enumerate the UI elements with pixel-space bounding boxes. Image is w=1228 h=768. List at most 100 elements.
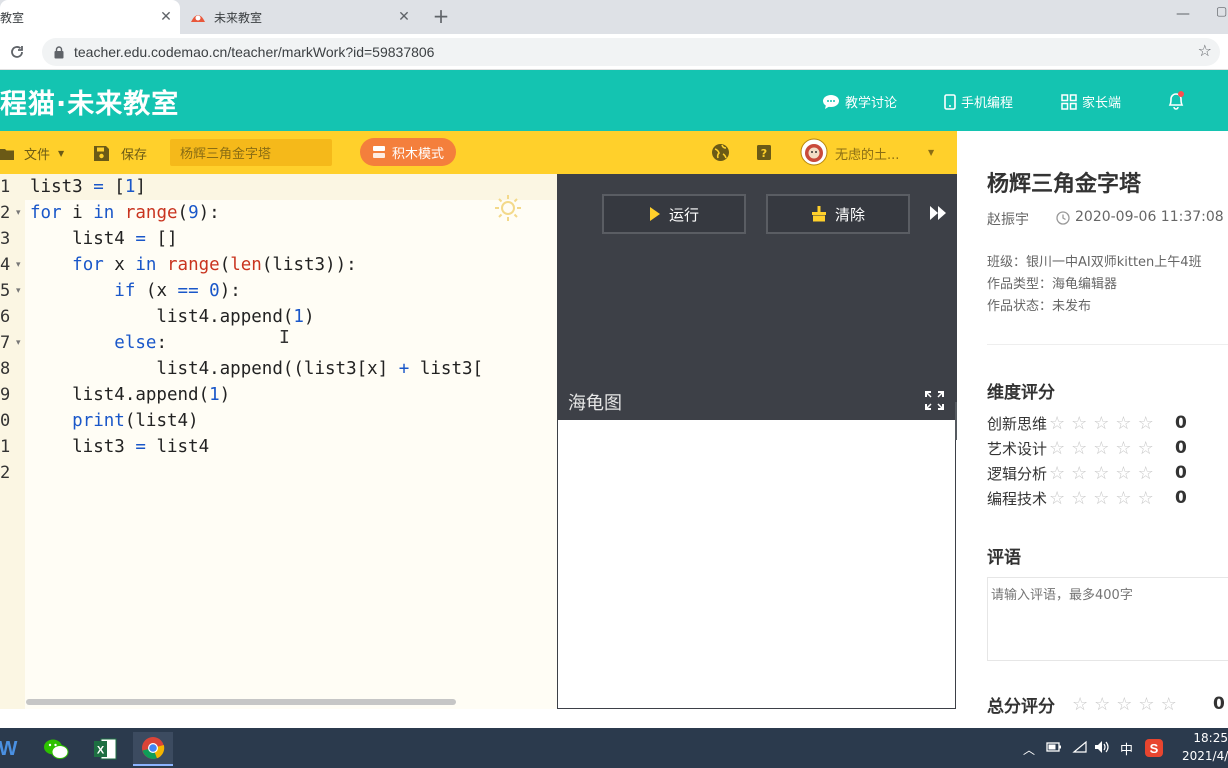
minimize-icon[interactable]: — bbox=[1176, 6, 1190, 22]
url-field[interactable]: teacher.edu.codemao.cn/teacher/markWork?… bbox=[42, 38, 1220, 66]
word-app-icon[interactable]: W bbox=[0, 732, 28, 766]
line-number: 6 bbox=[0, 307, 11, 327]
rating-row-programming: 编程技术 ☆ ☆ ☆ ☆ ☆ 0 bbox=[987, 487, 1187, 509]
url-text: teacher.edu.codemao.cn/teacher/markWork?… bbox=[74, 44, 435, 60]
code-line: print(list4) bbox=[72, 411, 199, 431]
battery-icon[interactable] bbox=[1046, 741, 1062, 753]
fold-arrow-icon[interactable]: ▾ bbox=[16, 338, 21, 348]
text-cursor-icon: I bbox=[279, 327, 290, 348]
line-number: 7 bbox=[0, 333, 11, 353]
ime-indicator[interactable]: 中 bbox=[1120, 739, 1133, 758]
rating-label: 创新思维 bbox=[987, 414, 1048, 433]
maximize-icon[interactable]: ▢ bbox=[1216, 4, 1228, 18]
comment-field[interactable] bbox=[987, 577, 1228, 661]
save-label: 保存 bbox=[121, 148, 148, 163]
chevron-up-icon[interactable]: ︿ bbox=[1023, 741, 1035, 758]
code-line: list4.append((list3[x] + list3[ bbox=[30, 359, 484, 379]
code-line: list4.append(1) bbox=[30, 307, 315, 327]
rating-score: 0 bbox=[1175, 463, 1187, 483]
code-line: else: bbox=[114, 333, 167, 353]
excel-app-icon[interactable]: X bbox=[85, 732, 125, 766]
save-button[interactable]: 保存 bbox=[94, 144, 147, 163]
nav-parent[interactable]: 家长端 bbox=[1061, 92, 1121, 111]
chevron-down-icon[interactable]: ▼ bbox=[928, 148, 934, 157]
browser-tab-strip: 教室 ✕ 未来教室 ✕ + — ▢ bbox=[0, 0, 1228, 34]
fullscreen-icon[interactable] bbox=[925, 391, 944, 410]
fold-arrow-icon[interactable]: ▾ bbox=[16, 286, 21, 296]
divider bbox=[987, 344, 1228, 345]
file-menu[interactable]: 文件 ▼ bbox=[0, 144, 64, 163]
chrome-app-icon[interactable] bbox=[133, 732, 173, 766]
run-button[interactable]: 运行 bbox=[602, 194, 746, 234]
code-line: for x in range(len(list3)): bbox=[72, 255, 357, 275]
svg-text:X: X bbox=[97, 745, 105, 757]
author-name: 赵振宇 bbox=[987, 212, 1029, 228]
line-number: 2 bbox=[0, 463, 11, 483]
close-icon[interactable]: ✕ bbox=[396, 9, 412, 25]
line-number: 1 bbox=[0, 177, 11, 197]
run-label: 运行 bbox=[668, 205, 699, 224]
new-tab-icon[interactable]: + bbox=[430, 6, 452, 28]
reload-icon[interactable] bbox=[9, 44, 25, 60]
user-name[interactable]: 无虑的土... bbox=[835, 144, 899, 163]
clock-time[interactable]: 18:25 bbox=[1182, 731, 1228, 745]
star-rating[interactable]: ☆ ☆ ☆ ☆ ☆ bbox=[1049, 438, 1154, 459]
line-number: 2 bbox=[0, 203, 11, 223]
wechat-app-icon[interactable] bbox=[36, 732, 76, 766]
clock-date[interactable]: 2021/4/ bbox=[1182, 749, 1228, 763]
code-line: for i in range(9): bbox=[30, 203, 220, 223]
file-label: 文件 bbox=[24, 148, 51, 163]
turtle-canvas[interactable] bbox=[557, 420, 956, 709]
grid-icon bbox=[1061, 93, 1077, 110]
fold-arrow-icon[interactable]: ▾ bbox=[16, 208, 21, 218]
star-rating[interactable]: ☆ ☆ ☆ ☆ ☆ bbox=[1049, 413, 1154, 434]
svg-text:S: S bbox=[1150, 741, 1159, 756]
lock-icon bbox=[54, 45, 64, 59]
sogou-ime-icon[interactable]: S bbox=[1144, 738, 1164, 758]
play-icon bbox=[649, 206, 661, 222]
horizontal-scrollbar[interactable] bbox=[26, 699, 456, 705]
nav-label: 家长端 bbox=[1082, 96, 1122, 111]
globe-icon[interactable] bbox=[711, 143, 730, 162]
code-line: list4.append(1) bbox=[30, 385, 231, 405]
avatar[interactable] bbox=[800, 138, 828, 166]
close-icon[interactable]: ✕ bbox=[158, 9, 174, 25]
rating-score: 0 bbox=[1175, 488, 1187, 508]
svg-text:?: ? bbox=[761, 147, 767, 160]
star-rating[interactable]: ☆ ☆ ☆ ☆ ☆ bbox=[1049, 463, 1154, 484]
theme-sun-icon[interactable] bbox=[493, 193, 523, 223]
nav-label: 教学讨论 bbox=[845, 96, 898, 111]
volume-icon[interactable] bbox=[1094, 739, 1110, 755]
total-score-row: 总分评分 ☆ ☆ ☆ ☆ ☆ 0 bbox=[987, 693, 1225, 717]
rating-label: 逻辑分析 bbox=[987, 464, 1048, 483]
total-score: 0 bbox=[1213, 694, 1225, 714]
fold-arrow-icon[interactable]: ▾ bbox=[16, 260, 21, 270]
windows-taskbar: W X ︿ 中 S 18:25 2021/4/ bbox=[0, 728, 1228, 768]
work-title-field[interactable] bbox=[170, 139, 332, 166]
star-rating[interactable]: ☆ ☆ ☆ ☆ ☆ bbox=[1049, 488, 1154, 509]
rating-score: 0 bbox=[1175, 413, 1187, 433]
turtle-title: 海龟图 bbox=[568, 393, 622, 414]
rating-label: 艺术设计 bbox=[987, 439, 1048, 458]
code-editor[interactable]: 1 2 3 4 5 6 7 8 9 0 1 2 ▾ ▾ ▾ ▾ list3 = … bbox=[0, 174, 557, 709]
block-mode-button[interactable]: 积木模式 bbox=[360, 138, 456, 166]
tab-future-classroom[interactable]: 未来教室 ✕ bbox=[182, 0, 418, 34]
nav-teaching-discussion[interactable]: 教学讨论 bbox=[822, 92, 897, 111]
wifi-icon[interactable] bbox=[1072, 740, 1088, 754]
bookmark-star-icon[interactable]: ☆ bbox=[1198, 41, 1212, 60]
star-rating[interactable]: ☆ ☆ ☆ ☆ ☆ bbox=[1072, 694, 1177, 715]
save-icon bbox=[94, 146, 109, 161]
rating-label: 编程技术 bbox=[987, 489, 1048, 508]
line-number: 3 bbox=[0, 229, 11, 249]
class-info: 班级：银川一中AI双师kitten上午4班 bbox=[987, 255, 1202, 270]
clear-button[interactable]: 清除 bbox=[766, 194, 910, 234]
tab-classroom[interactable]: 教室 ✕ bbox=[0, 0, 180, 34]
total-score-title: 总分评分 bbox=[987, 696, 1055, 717]
site-logo[interactable]: 程猫·未来教室 bbox=[0, 82, 179, 121]
help-book-icon[interactable]: ? bbox=[756, 144, 772, 161]
fast-forward-icon[interactable] bbox=[930, 206, 946, 220]
nav-mobile-coding[interactable]: 手机编程 bbox=[944, 92, 1013, 111]
line-number: 9 bbox=[0, 385, 11, 405]
notification-bell-icon[interactable] bbox=[1166, 90, 1186, 110]
line-number: 8 bbox=[0, 359, 11, 379]
